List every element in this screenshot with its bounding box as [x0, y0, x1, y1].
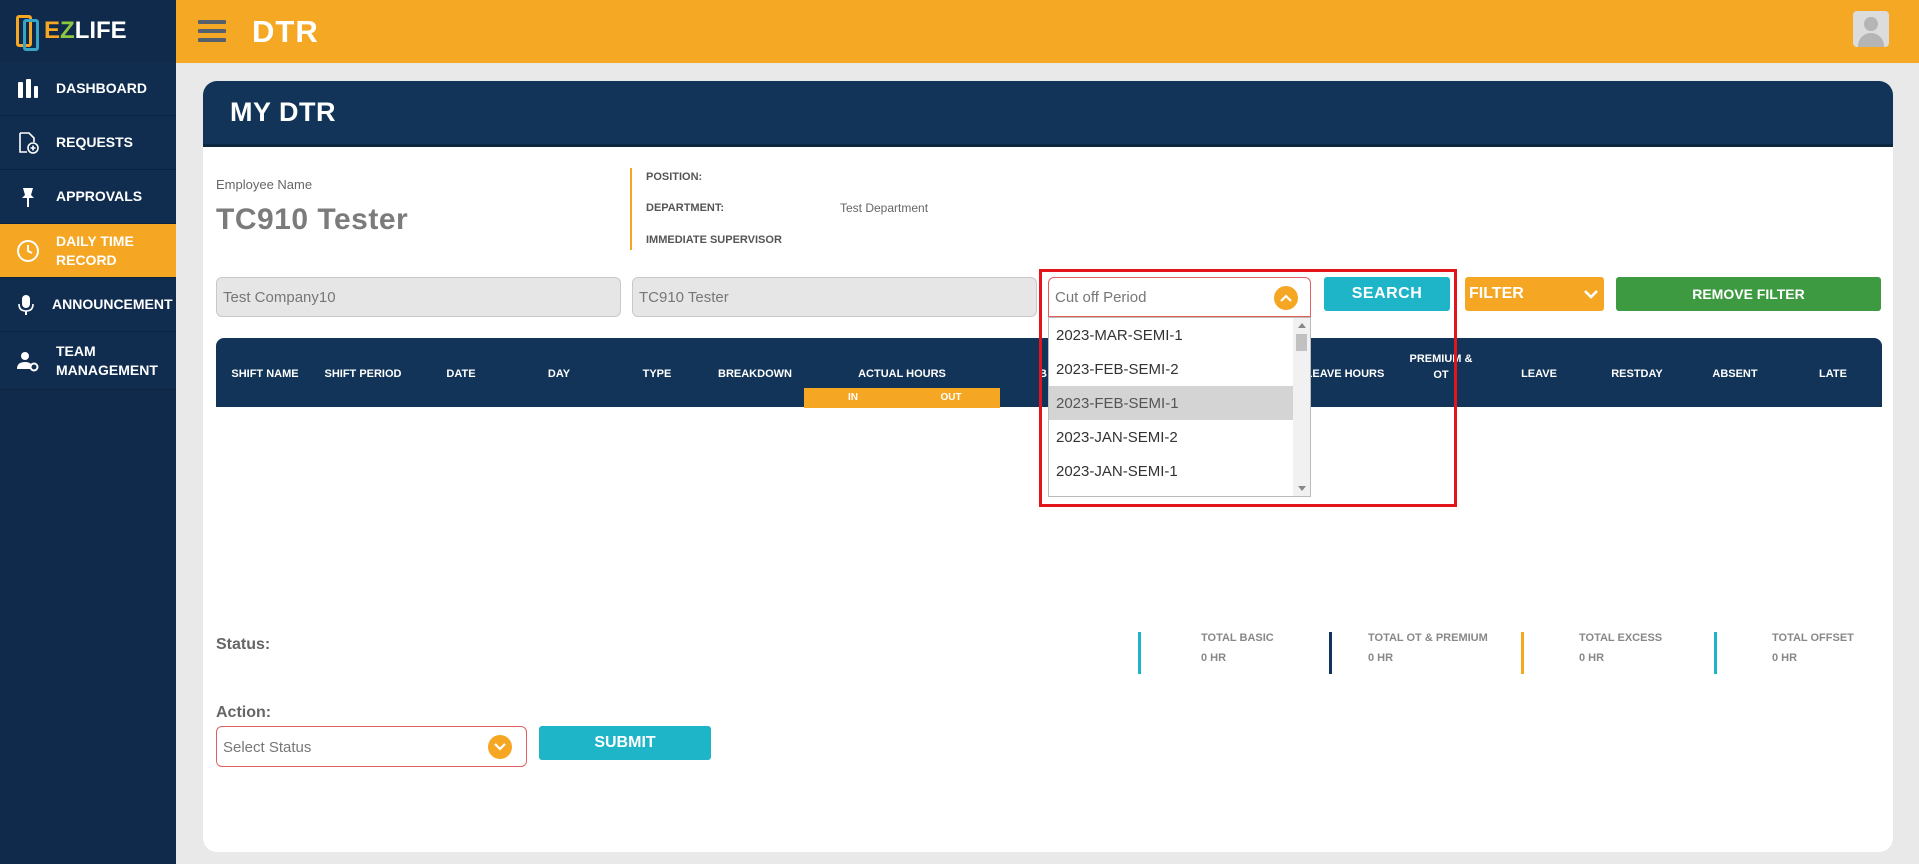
sidebar-item-label: REQUESTS	[56, 134, 134, 150]
chevron-down-icon[interactable]	[488, 735, 512, 759]
document-add-icon	[16, 131, 40, 155]
col-absent: ABSENT	[1712, 368, 1758, 380]
col-premium-ot-line1: PREMIUM &	[1409, 353, 1473, 365]
status-select[interactable]: Select Status	[216, 726, 527, 767]
sidebar-item-dashboard[interactable]: DASHBOARD	[0, 62, 176, 116]
sidebar-item-approvals[interactable]: APPROVALS	[0, 170, 176, 224]
sidebar-item-label: DAILY TIME RECORD	[56, 232, 134, 268]
total-excess: TOTAL EXCESS 0 HR	[1521, 632, 1662, 674]
avatar[interactable]	[1853, 11, 1889, 47]
dropdown-scrollbar[interactable]	[1293, 318, 1310, 496]
col-premium-ot-line2: OT	[1433, 369, 1449, 381]
action-label: Action:	[216, 704, 272, 721]
department-label: DEPARTMENT:	[646, 202, 725, 214]
filter-label: FILTER	[1469, 285, 1524, 302]
card-title: MY DTR	[230, 97, 337, 127]
logo-text: EZLIFE	[44, 17, 127, 44]
total-offset: TOTAL OFFSET 0 HR	[1714, 632, 1854, 674]
total-offset-value: 0 HR	[1772, 652, 1798, 664]
app-logo[interactable]: EZLIFE	[0, 0, 176, 62]
sidebar-item-requests[interactable]: REQUESTS	[0, 116, 176, 170]
col-late: LATE	[1819, 368, 1847, 380]
employee-name-label: Employee Name	[216, 177, 313, 192]
col-leave: LEAVE	[1521, 368, 1557, 380]
sidebar-item-team-management[interactable]: TEAM MANAGEMENT	[0, 332, 176, 390]
sidebar-item-label: DASHBOARD	[56, 80, 147, 96]
col-actual-in: IN	[804, 388, 902, 408]
menu-icon[interactable]	[198, 20, 226, 42]
total-excess-value: 0 HR	[1579, 652, 1605, 664]
cutoff-period-select[interactable]: Cut off Period	[1048, 277, 1311, 317]
status-label: Status:	[216, 636, 271, 653]
sidebar: EZLIFE DASHBOARD REQUESTS APPROVALS DAIL…	[0, 0, 176, 864]
col-date: DATE	[446, 368, 476, 380]
scroll-up-arrow-icon[interactable]	[1298, 323, 1306, 328]
user-gear-icon	[16, 349, 40, 373]
col-shift-period: SHIFT PERIOD	[324, 368, 402, 380]
col-premium-ot: PREMIUM & OT	[1392, 353, 1490, 381]
page-title: DTR	[252, 14, 319, 49]
dtr-card: MY DTR Employee Name TC910 Tester POSITI…	[203, 81, 1893, 852]
company-field[interactable]: Test Company10	[216, 277, 621, 317]
cutoff-option[interactable]: 2023-MAR-SEMI-1	[1049, 318, 1310, 352]
status-select-placeholder: Select Status	[223, 739, 312, 756]
microphone-icon	[14, 293, 38, 317]
info-divider	[630, 168, 632, 250]
total-excess-label: TOTAL EXCESS	[1579, 632, 1663, 644]
submit-button[interactable]: SUBMIT	[539, 726, 711, 760]
col-type: TYPE	[642, 368, 672, 380]
sidebar-item-daily-time-record[interactable]: DAILY TIME RECORD	[0, 224, 176, 278]
cutoff-placeholder: Cut off Period	[1055, 289, 1147, 306]
total-ot-premium-label: TOTAL OT & PREMIUM	[1368, 632, 1488, 644]
total-basic: TOTAL BASIC 0 HR	[1138, 632, 1274, 674]
cutoff-option[interactable]: 2023-JAN-SEMI-2	[1049, 420, 1310, 454]
remove-filter-button[interactable]: REMOVE FILTER	[1616, 277, 1881, 311]
position-label: POSITION:	[646, 171, 703, 183]
logo-mark-icon	[14, 11, 42, 51]
scroll-down-arrow-icon[interactable]	[1298, 486, 1306, 491]
cutoff-dropdown-list: 2023-MAR-SEMI-1 2023-FEB-SEMI-2 2023-FEB…	[1048, 317, 1311, 497]
sidebar-item-announcement[interactable]: ANNOUNCEMENT	[0, 278, 176, 332]
pin-icon	[16, 185, 40, 209]
cutoff-option[interactable]: 2023-JAN-SEMI-1	[1049, 454, 1310, 488]
chevron-up-icon[interactable]	[1274, 286, 1298, 310]
total-ot-premium-value: 0 HR	[1368, 652, 1394, 664]
filter-button[interactable]: FILTER	[1465, 277, 1604, 311]
supervisor-label: IMMEDIATE SUPERVISOR	[646, 234, 782, 246]
col-actual-out: OUT	[902, 388, 1000, 408]
clock-icon	[16, 239, 40, 263]
card-header: MY DTR	[203, 81, 1893, 147]
total-basic-value: 0 HR	[1201, 652, 1227, 664]
scroll-thumb[interactable]	[1296, 334, 1307, 351]
chevron-down-icon	[1584, 286, 1598, 299]
search-button[interactable]: SEARCH	[1324, 277, 1450, 311]
sidebar-item-label: ANNOUNCEMENT	[52, 296, 173, 312]
cutoff-option-highlighted[interactable]: 2023-FEB-SEMI-1	[1049, 386, 1310, 420]
top-bar: DTR	[176, 0, 1919, 63]
employee-field[interactable]: TC910 Tester	[632, 277, 1037, 317]
sidebar-item-label: TEAM MANAGEMENT	[56, 342, 158, 378]
col-shift-name: SHIFT NAME	[231, 368, 299, 380]
col-actual-hours: ACTUAL HOURS	[858, 368, 946, 380]
bar-chart-icon	[16, 77, 40, 101]
col-breakdown: BREAKDOWN	[718, 368, 792, 380]
total-ot-premium: TOTAL OT & PREMIUM 0 HR	[1329, 632, 1488, 674]
sidebar-item-label: APPROVALS	[56, 188, 143, 204]
cutoff-option[interactable]: 2023-FEB-SEMI-2	[1049, 352, 1310, 386]
department-value: Test Department	[840, 201, 929, 215]
col-restday: RESTDAY	[1611, 368, 1663, 380]
col-day: DAY	[547, 368, 571, 380]
total-basic-label: TOTAL BASIC	[1201, 632, 1274, 644]
employee-name: TC910 Tester	[216, 203, 409, 236]
total-offset-label: TOTAL OFFSET	[1772, 632, 1854, 644]
